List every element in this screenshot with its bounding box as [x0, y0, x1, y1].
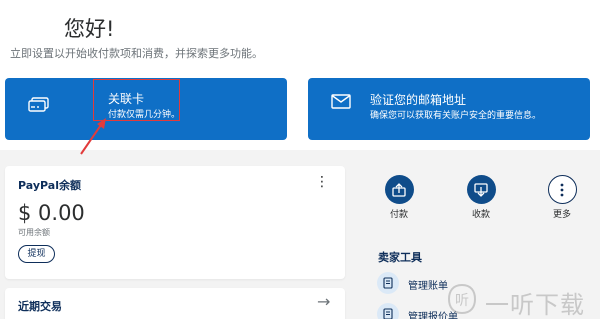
credit-card-icon	[28, 97, 50, 117]
watermark-logo-glyph: 听	[455, 293, 469, 309]
verify-email-desc: 确保您可以获取有关账户安全的重要信息。	[370, 111, 542, 121]
arrow-right-icon[interactable]: →	[317, 292, 330, 311]
annotation-arrow	[80, 118, 106, 155]
watermark-logo: 听	[447, 283, 477, 315]
watermark-text: 一听下载	[485, 291, 585, 319]
top-section: 您好! 立即设置以开始收付款项和消费，并探索更多功能。 关联卡 付款仅需几分钟。…	[0, 0, 600, 155]
request-money-label: 收款	[471, 210, 490, 220]
verify-email-title: 验证您的邮箱地址	[370, 93, 467, 107]
balance-panel: PayPal余额 ⋮ $ 0.00 可用余额 提现	[5, 166, 345, 279]
send-money-label: 付款	[389, 210, 408, 220]
balance-subtitle: 可用余额	[18, 228, 50, 237]
withdraw-button[interactable]: 提现	[18, 245, 55, 263]
request-money-icon[interactable]	[466, 175, 496, 204]
balance-menu-icon[interactable]: ⋮	[315, 174, 329, 190]
recent-transactions-title: 近期交易	[18, 300, 62, 313]
quote-icon	[377, 303, 399, 319]
page-subtitle: 立即设置以开始收付款项和消费，并探索更多功能。	[10, 47, 263, 60]
more-dots-icon[interactable]	[547, 175, 577, 204]
seller-tools-title: 卖家工具	[378, 251, 422, 264]
balance-amount: $ 0.00	[18, 201, 85, 225]
annotation-highlight-box	[93, 79, 180, 121]
envelope-icon	[331, 94, 351, 113]
watermark: 听 一听下载	[447, 283, 597, 319]
request-money-action[interactable]: 收款	[461, 175, 501, 220]
balance-title: PayPal余额	[18, 179, 81, 192]
invoice-icon	[377, 272, 399, 294]
recent-transactions-panel[interactable]: 近期交易 →	[5, 288, 345, 319]
more-action[interactable]: 更多	[542, 175, 582, 220]
send-money-icon[interactable]	[384, 175, 414, 204]
manage-invoices-label: 管理账单	[408, 281, 448, 292]
verify-email-banner[interactable]: 验证您的邮箱地址 确保您可以获取有关账户安全的重要信息。	[308, 78, 590, 140]
more-label: 更多	[552, 210, 571, 220]
send-money-action[interactable]: 付款	[379, 175, 419, 220]
page-title: 您好!	[64, 17, 115, 41]
